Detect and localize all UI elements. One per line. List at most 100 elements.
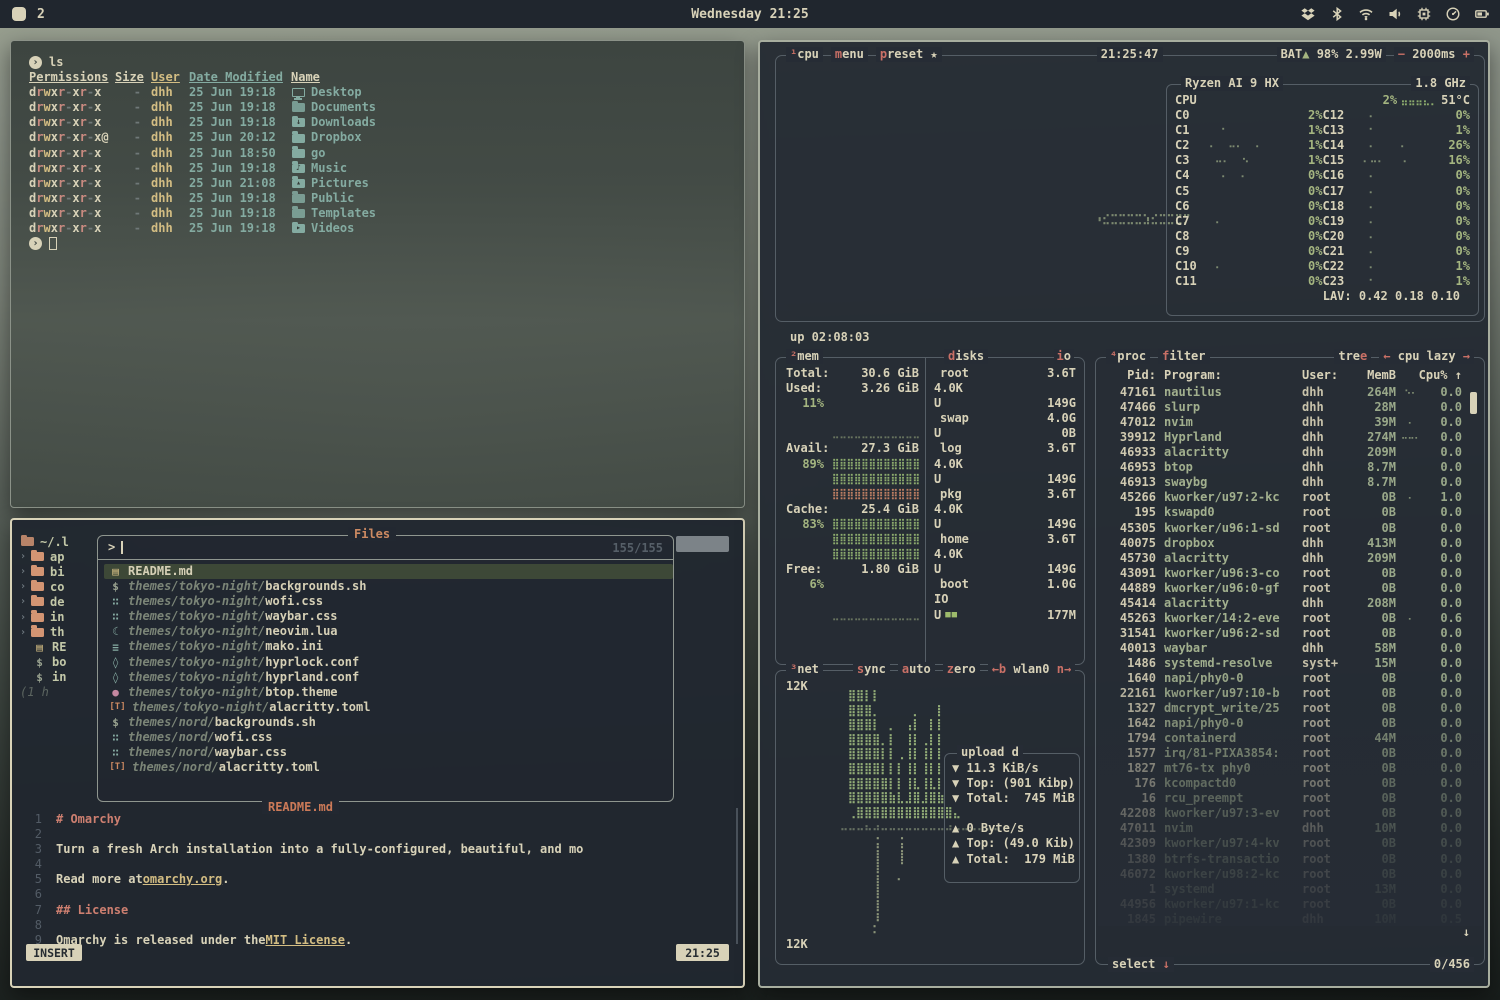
picker-item[interactable]: $themes/nord/backgrounds.sh — [104, 715, 673, 730]
proc-scrollbar-thumb[interactable] — [1470, 392, 1477, 414]
net-stat-line: ▼ 11.3 KiB/s — [952, 761, 1079, 776]
net-auto-button[interactable]: auto — [898, 662, 935, 677]
dropbox-icon[interactable] — [1300, 6, 1316, 22]
proc-row[interactable]: 46953btopdhh8.7M0.0 — [1104, 460, 1478, 475]
chevron-right-icon: › — [20, 566, 30, 577]
tree-item-de[interactable]: ›de — [20, 594, 106, 609]
tree-item-th[interactable]: ›th — [20, 625, 106, 640]
ls-header-user: User — [151, 70, 189, 85]
proc-select-hint[interactable]: select ↓ — [1108, 957, 1174, 972]
ls-row: drwxr-xr-x@-dhh25 Jun 20:12Dropbox — [29, 130, 744, 145]
picker-item[interactable]: $themes/tokyo-night/backgrounds.sh — [104, 579, 673, 594]
proc-sort-control[interactable]: ← cpu lazy → — [1379, 349, 1474, 364]
top-bar: 2 Wednesday 21:25 — [0, 0, 1500, 28]
proc-row[interactable]: 47466slurpdhh28M0.0 — [1104, 400, 1478, 415]
picker-item[interactable]: ☾themes/tokyo-night/neovim.lua — [104, 624, 673, 639]
proc-row[interactable]: 46072kworker/u98:2-kcroot0B0.0 — [1104, 867, 1478, 882]
menu-button[interactable]: menu — [831, 47, 868, 62]
picker-item[interactable]: ∷themes/tokyo-night/waybar.css — [104, 609, 673, 624]
proc-row[interactable]: 1systemdroot13M0.0 — [1104, 882, 1478, 897]
picker-item[interactable]: ∷themes/nord/waybar.css — [104, 745, 673, 760]
proc-row[interactable]: 1380btrfs-transactioroot0B0.0 — [1104, 852, 1478, 867]
tree-item-~/.l[interactable]: ~/.l — [20, 534, 106, 549]
net-stat-line: ▲ 0 Byte/s — [952, 821, 1079, 836]
io-toggle[interactable]: io — [1054, 349, 1074, 364]
tree-item-in[interactable]: ›in — [20, 609, 106, 624]
readme-icon: ▤ — [108, 565, 123, 578]
refresh-interval-control[interactable]: − 2000ms + — [1394, 47, 1474, 62]
battery-icon[interactable] — [1474, 6, 1490, 22]
picker-item[interactable]: ●themes/tokyo-night/btop.theme — [104, 685, 673, 700]
proc-row[interactable]: 45730alacrittydhh209M0.0 — [1104, 551, 1478, 566]
proc-row[interactable]: 44889kworker/u96:0-gfroot0B0.0 — [1104, 581, 1478, 596]
core-row-C21: C21 ⠄0% — [1323, 244, 1471, 259]
proc-row[interactable]: 1642napi/phy0-0root0B0.0 — [1104, 716, 1478, 731]
tree-item-bo[interactable]: $bo — [20, 655, 106, 670]
tree-item-(1 h[interactable]: (1 h — [20, 685, 106, 700]
picker-item[interactable]: ∷themes/tokyo-night/wofi.css — [104, 594, 673, 609]
editor-scrollbar-thumb[interactable] — [676, 536, 729, 552]
proc-row[interactable]: 1845pipewiredhh10M0.5 — [1104, 912, 1478, 927]
proc-row[interactable]: 1827mt76-tx phy0root0B0.0 — [1104, 761, 1478, 776]
proc-row[interactable]: 45305kworker/u96:1-sdroot0B0.0 — [1104, 521, 1478, 536]
proc-row[interactable]: 16rcu_preemptroot0B0.0 — [1104, 791, 1478, 806]
prompt-line-empty[interactable]: › — [29, 236, 744, 251]
proc-tree-toggle[interactable]: tree — [1334, 349, 1371, 364]
proc-row[interactable]: 45414alacrittydhh208M0.0 — [1104, 596, 1478, 611]
tree-item-co[interactable]: ›co — [20, 579, 106, 594]
btop-window[interactable]: ¹cpu menu preset ★ 21:25:47 BAT▲ 98% 2.9… — [758, 40, 1490, 988]
proc-row[interactable]: 45263kworker/14:2-everoot0B⠄0.6 — [1104, 611, 1478, 626]
proc-row[interactable]: 1640napi/phy0-0root0B0.0 — [1104, 671, 1478, 686]
proc-row[interactable]: 47161nautilusdhh264M⠢⠄0.0 — [1104, 385, 1478, 400]
proc-row[interactable]: 45266kworker/u97:2-kcroot0B⠄1.0 — [1104, 490, 1478, 505]
preview-scrollbar[interactable] — [736, 808, 738, 944]
net-device-switcher[interactable]: ←b wlan0 n→ — [988, 662, 1076, 677]
picker-item[interactable]: ▤README.md — [104, 564, 673, 579]
bluetooth-icon[interactable] — [1329, 6, 1345, 22]
disk-row: boot1.0G — [934, 577, 1076, 592]
proc-row[interactable]: 176kcompactd0root0B0.0 — [1104, 776, 1478, 791]
volume-icon[interactable] — [1387, 6, 1403, 22]
wifi-icon[interactable] — [1358, 6, 1374, 22]
proc-row[interactable]: 195kswapd0root0B0.0 — [1104, 505, 1478, 520]
proc-row[interactable]: 47011nvimdhh10M0.0 — [1104, 821, 1478, 836]
picker-item[interactable]: ≡themes/tokyo-night/mako.ini — [104, 639, 673, 654]
proc-row[interactable]: 42208kworker/u97:3-evroot0B0.0 — [1104, 806, 1478, 821]
proc-row[interactable]: 1577irq/81-PIXA3854:root0B0.0 — [1104, 746, 1478, 761]
proc-row[interactable]: 40013waybardhh58M0.0 — [1104, 641, 1478, 656]
picker-item[interactable]: ∷themes/nord/wofi.css — [104, 730, 673, 745]
proc-row[interactable]: 39912Hyprlanddhh274M⠤⠤⠄0.0 — [1104, 430, 1478, 445]
net-zero-button[interactable]: zero — [943, 662, 980, 677]
picker-item[interactable]: ◊themes/tokyo-night/hyprlock.conf — [104, 655, 673, 670]
editor-window[interactable]: ~/.l›ap›bi›co›de›in›th▤RE$bo$in(1 h File… — [10, 518, 745, 988]
proc-row[interactable]: 31541kworker/u96:2-sdroot0B0.0 — [1104, 626, 1478, 641]
chip-icon[interactable] — [1416, 6, 1432, 22]
command-text: ls — [49, 55, 63, 70]
preset-button[interactable]: preset ★ — [876, 47, 942, 62]
proc-row[interactable]: 47012nvimdhh39M⠄0.0 — [1104, 415, 1478, 430]
picker-item[interactable]: ◊themes/tokyo-night/hyprland.conf — [104, 670, 673, 685]
proc-row[interactable]: 1327dmcrypt_write/25root0B0.0 — [1104, 701, 1478, 716]
proc-row[interactable]: 1794containerdroot44M0.0 — [1104, 731, 1478, 746]
folder-icon — [30, 550, 45, 563]
proc-row[interactable]: 22161kworker/u97:10-broot0B0.0 — [1104, 686, 1478, 701]
tree-item-bi[interactable]: ›bi — [20, 564, 106, 579]
proc-filter-button[interactable]: filter — [1158, 349, 1209, 364]
proc-row[interactable]: 44956kworker/u97:1-kcroot0B0.0 — [1104, 897, 1478, 912]
proc-row[interactable]: 42309kworker/u97:4-kvroot0B0.0 — [1104, 837, 1478, 852]
disk-row: 4.0K — [934, 457, 1076, 472]
gauge-icon[interactable] — [1445, 6, 1461, 22]
picker-item[interactable]: [T]themes/nord/alacritty.toml — [104, 760, 673, 775]
proc-row[interactable]: 43091kworker/u96:3-coroot0B0.0 — [1104, 566, 1478, 581]
proc-row[interactable]: 1486systemd-resolvesyst+15M0.0 — [1104, 656, 1478, 671]
terminal-window[interactable]: › ls PermissionsSizeUserDate ModifiedNam… — [10, 40, 745, 508]
proc-row[interactable]: 40075dropboxdhh413M0.0 — [1104, 536, 1478, 551]
tree-item-in[interactable]: $in — [20, 670, 106, 685]
picker-item[interactable]: [T]themes/tokyo-night/alacritty.toml — [104, 700, 673, 715]
tree-item-ap[interactable]: ›ap — [20, 549, 106, 564]
proc-row[interactable]: 46913swaybgdhh8.7M0.0 — [1104, 475, 1478, 490]
proc-row[interactable]: 46933alacrittydhh209M0.0 — [1104, 445, 1478, 460]
proc-scroll-down-arrow[interactable]: ↓ — [1463, 925, 1470, 940]
net-sync-button[interactable]: sync — [853, 662, 890, 677]
tree-item-RE[interactable]: ▤RE — [20, 640, 106, 655]
